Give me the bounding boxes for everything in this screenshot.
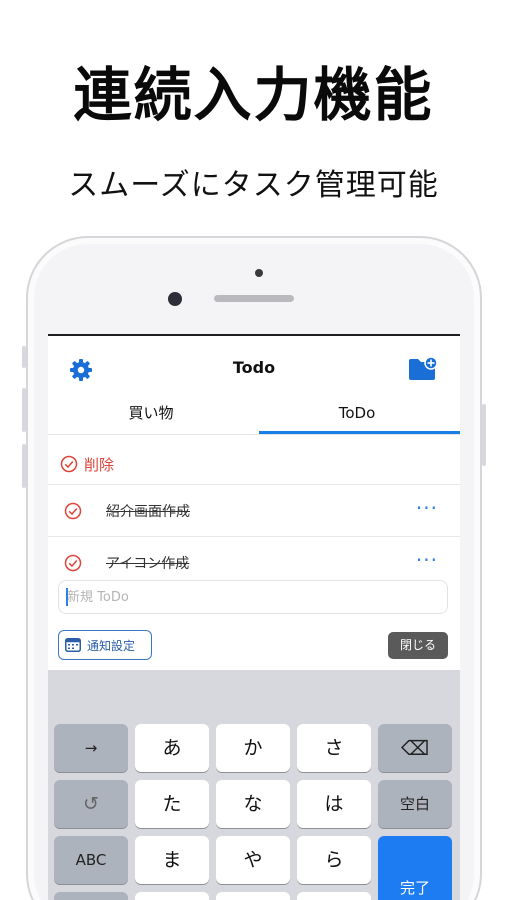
page-title: Todo — [232, 358, 276, 377]
mute-switch — [22, 346, 26, 368]
key-ra[interactable]: ら — [297, 836, 371, 884]
text-caret — [66, 588, 68, 606]
space-key[interactable]: 空白 — [378, 780, 452, 828]
headline: 連続入力機能 — [73, 61, 434, 129]
key-ta[interactable]: た — [135, 780, 209, 828]
divider — [48, 484, 460, 485]
undo-key[interactable]: ↺ — [54, 780, 128, 828]
key-ka[interactable]: か — [216, 724, 290, 772]
task-label: 紹介画面作成 — [106, 504, 190, 520]
key-ya[interactable]: や — [216, 836, 290, 884]
key-a[interactable]: あ — [135, 724, 209, 772]
japanese-keyboard: → あ か さ ⌫ ↺ た な は 空白 ABC ま や ら 完了 — [48, 670, 460, 900]
keyboard-key-partial[interactable] — [216, 892, 290, 900]
notification-settings-label: 通知設定 — [87, 638, 136, 653]
app-screen: Todo 買い物 ToDo 削除 紹介画面作成 ··· アイコン作成 ··· 新… — [48, 334, 460, 900]
divider — [48, 536, 460, 537]
volume-down-button — [22, 444, 26, 488]
add-folder-icon[interactable] — [408, 356, 438, 382]
task-label: アイコン作成 — [106, 556, 190, 572]
earpiece-speaker — [214, 295, 294, 302]
abc-key[interactable]: ABC — [54, 836, 128, 884]
calendar-icon — [65, 638, 81, 652]
keyboard-key-partial[interactable] — [297, 892, 371, 900]
delete-button[interactable]: 削除 — [60, 446, 114, 482]
tab-shopping[interactable]: 買い物 — [48, 400, 254, 436]
tab-selected-indicator — [259, 431, 460, 434]
more-icon[interactable]: ··· — [416, 496, 438, 520]
next-key[interactable]: → — [54, 724, 128, 772]
done-key[interactable]: 完了 — [378, 836, 452, 900]
delete-label: 削除 — [84, 455, 115, 474]
navigation-bar: Todo — [48, 336, 460, 400]
key-sa[interactable]: さ — [297, 724, 371, 772]
key-na[interactable]: な — [216, 780, 290, 828]
check-circle-icon — [60, 455, 78, 473]
front-camera — [168, 292, 182, 306]
tab-baseline — [48, 434, 460, 435]
key-ma[interactable]: ま — [135, 836, 209, 884]
new-todo-input[interactable] — [58, 580, 448, 614]
more-icon[interactable]: ··· — [416, 548, 438, 572]
volume-up-button — [22, 388, 26, 432]
notification-settings-button[interactable]: 通知設定 — [58, 630, 152, 660]
key-ha[interactable]: は — [297, 780, 371, 828]
keyboard-key-partial[interactable] — [135, 892, 209, 900]
proximity-sensor — [255, 269, 263, 277]
list-item[interactable]: 紹介画面作成 ··· — [48, 486, 460, 536]
check-circle-icon[interactable] — [64, 554, 82, 572]
close-button[interactable]: 閉じる — [388, 632, 448, 659]
subheadline: スムーズにタスク管理可能 — [68, 168, 439, 203]
power-button — [482, 404, 486, 466]
check-circle-icon[interactable] — [64, 502, 82, 520]
delete-key[interactable]: ⌫ — [378, 724, 452, 772]
keyboard-key-partial[interactable] — [54, 892, 128, 900]
